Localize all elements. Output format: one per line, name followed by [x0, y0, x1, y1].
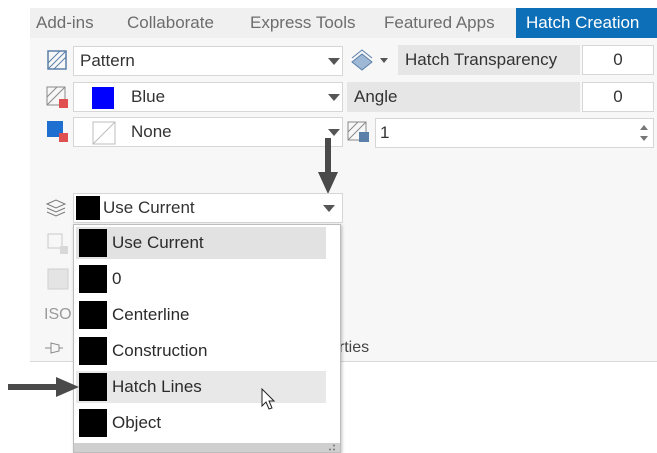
list-item-label: Construction — [112, 341, 208, 360]
list-item-label: Centerline — [112, 305, 190, 324]
scale-input[interactable]: 1 — [375, 118, 654, 148]
scale-value: 1 — [380, 123, 390, 142]
pattern-preview-icon — [47, 268, 69, 290]
tab-hatch-creation[interactable]: Hatch Creation — [516, 8, 657, 38]
layer-color-swatch — [79, 409, 107, 437]
chevron-down-icon[interactable] — [328, 58, 340, 65]
tab-collaborate[interactable]: Collaborate — [127, 8, 214, 38]
origin-icon — [47, 233, 68, 254]
mouse-cursor-icon — [261, 388, 276, 410]
hatch-type-select[interactable]: Pattern — [73, 46, 343, 76]
layer-color-swatch — [76, 196, 100, 220]
angle-value[interactable]: 0 — [582, 82, 654, 112]
ribbon-tab-bar: Add-ins Collaborate Express Tools Featur… — [30, 8, 657, 38]
transparency-value[interactable]: 0 — [582, 45, 654, 75]
layer-color-swatch — [79, 337, 107, 365]
background-color-select[interactable]: None — [73, 117, 343, 147]
list-item[interactable]: Use Current — [76, 227, 326, 259]
layer-color-swatch — [79, 373, 107, 401]
hatch-color-icon — [46, 86, 68, 108]
layer-select[interactable]: Use Current — [73, 193, 343, 223]
angle-label: Angle — [347, 82, 580, 112]
layer-color-swatch — [79, 301, 107, 329]
dropdown-resize-footer[interactable] — [74, 443, 340, 452]
chevron-down-icon[interactable] — [323, 205, 335, 212]
hatch-color-value: Blue — [131, 87, 166, 106]
hatch-type-value: Pattern — [80, 51, 135, 70]
hatch-type-icon — [47, 50, 67, 70]
none-swatch-icon — [92, 121, 116, 145]
list-item[interactable]: Construction — [76, 335, 326, 367]
list-item[interactable]: Centerline — [76, 299, 326, 331]
chevron-down-icon[interactable] — [328, 94, 340, 101]
scale-icon — [347, 121, 369, 142]
spinner-icon[interactable] — [638, 122, 650, 144]
background-color-value: None — [131, 122, 172, 141]
tab-add-ins[interactable]: Add-ins — [36, 8, 94, 38]
right-arrow-annotation-icon — [8, 377, 79, 397]
resize-grip-icon[interactable] — [328, 444, 336, 451]
blue-swatch — [92, 87, 114, 109]
list-item-label: Use Current — [112, 233, 204, 252]
transparency-label: Hatch Transparency — [398, 45, 580, 75]
layer-value: Use Current — [103, 198, 195, 217]
tab-express-tools[interactable]: Express Tools — [250, 8, 356, 38]
list-item-label: 0 — [112, 269, 122, 288]
tab-featured-apps[interactable]: Featured Apps — [384, 8, 495, 38]
transparency-dropdown-icon[interactable] — [380, 58, 388, 63]
transparency-icon[interactable] — [348, 48, 374, 72]
list-item[interactable]: Hatch Lines — [76, 371, 326, 403]
list-item[interactable]: Object — [76, 407, 326, 439]
layer-icon — [45, 199, 67, 217]
pin-icon — [45, 342, 63, 354]
layer-color-swatch — [79, 229, 107, 257]
layer-dropdown-list: Use Current 0 Centerline Construction Ha… — [73, 224, 341, 453]
list-item-label: Hatch Lines — [112, 377, 202, 396]
layer-color-swatch — [79, 265, 107, 293]
hatch-color-select[interactable]: Blue — [73, 82, 343, 112]
list-item[interactable]: 0 — [76, 263, 326, 295]
background-color-icon — [47, 121, 68, 142]
list-item-label: Object — [112, 413, 162, 432]
chevron-down-icon[interactable] — [328, 129, 340, 136]
down-arrow-annotation-icon — [318, 138, 338, 194]
iso-label: ISO — [44, 306, 72, 323]
